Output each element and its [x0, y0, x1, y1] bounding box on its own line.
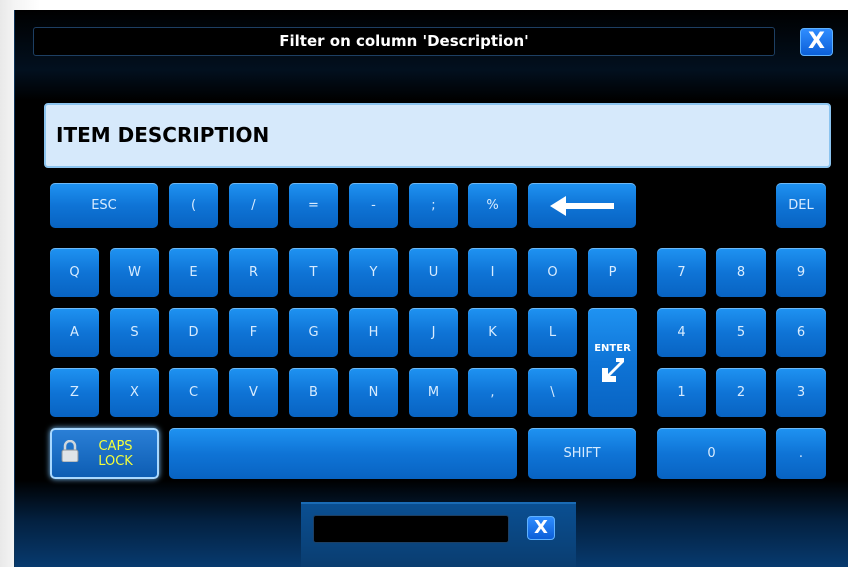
bottom-close-button[interactable]: X — [527, 516, 555, 540]
backspace-arrow-icon — [550, 195, 614, 216]
key-k[interactable]: K — [468, 308, 517, 357]
key-9[interactable]: 9 — [776, 248, 826, 297]
lock-icon — [61, 440, 79, 462]
key-m[interactable]: M — [409, 368, 458, 417]
enter-label: ENTER — [594, 343, 631, 354]
enter-arrow-icon — [601, 358, 624, 382]
shift-button[interactable]: SHIFT — [528, 428, 636, 479]
dialog-title: Filter on column 'Description' — [33, 27, 775, 56]
key-a[interactable]: A — [50, 308, 99, 357]
key-p[interactable]: P — [588, 248, 637, 297]
key-r[interactable]: R — [229, 248, 278, 297]
key-s[interactable]: S — [110, 308, 159, 357]
key-1[interactable]: 1 — [657, 368, 706, 417]
key-o[interactable]: O — [528, 248, 577, 297]
key-g[interactable]: G — [289, 308, 338, 357]
key-i[interactable]: I — [468, 248, 517, 297]
key-n[interactable]: N — [349, 368, 398, 417]
key-semicolon[interactable]: ; — [409, 183, 458, 228]
key-6[interactable]: 6 — [776, 308, 826, 357]
key-5[interactable]: 5 — [716, 308, 766, 357]
close-button[interactable]: X — [800, 28, 833, 56]
filter-dialog: Filter on column 'Description' X ITEM DE… — [14, 10, 848, 567]
key-j[interactable]: J — [409, 308, 458, 357]
key-esc[interactable]: ESC — [50, 183, 158, 228]
key-lparen[interactable]: ( — [169, 183, 218, 228]
backspace-button[interactable] — [528, 183, 636, 228]
key-h[interactable]: H — [349, 308, 398, 357]
key-w[interactable]: W — [110, 248, 159, 297]
key-d[interactable]: D — [169, 308, 218, 357]
key-v[interactable]: V — [229, 368, 278, 417]
key-8[interactable]: 8 — [716, 248, 766, 297]
key-x[interactable]: X — [110, 368, 159, 417]
bottom-field — [313, 515, 509, 543]
key-minus[interactable]: - — [349, 183, 398, 228]
key-slash[interactable]: / — [229, 183, 278, 228]
key-z[interactable]: Z — [50, 368, 99, 417]
key-equals[interactable]: = — [289, 183, 338, 228]
key-c[interactable]: C — [169, 368, 218, 417]
key-l[interactable]: L — [528, 308, 577, 357]
key-2[interactable]: 2 — [716, 368, 766, 417]
key-0[interactable]: 0 — [657, 428, 766, 479]
caps-label-line2: LOCK — [98, 453, 133, 469]
key-4[interactable]: 4 — [657, 308, 706, 357]
bottom-panel: X — [301, 502, 576, 567]
key-del[interactable]: DEL — [776, 183, 826, 228]
key-3[interactable]: 3 — [776, 368, 826, 417]
key-u[interactable]: U — [409, 248, 458, 297]
key-t[interactable]: T — [289, 248, 338, 297]
key-q[interactable]: Q — [50, 248, 99, 297]
key-f[interactable]: F — [229, 308, 278, 357]
space-button[interactable] — [169, 428, 517, 479]
enter-button[interactable]: ENTER — [588, 308, 637, 417]
key-comma[interactable]: , — [468, 368, 517, 417]
key-dot[interactable]: . — [776, 428, 826, 479]
key-percent[interactable]: % — [468, 183, 517, 228]
key-7[interactable]: 7 — [657, 248, 706, 297]
caps-lock-button[interactable]: CAPS LOCK — [50, 428, 159, 479]
key-e[interactable]: E — [169, 248, 218, 297]
filter-input[interactable]: ITEM DESCRIPTION — [44, 103, 831, 168]
key-y[interactable]: Y — [349, 248, 398, 297]
key-backslash[interactable]: \ — [528, 368, 577, 417]
caps-label-line1: CAPS — [98, 438, 133, 454]
key-b[interactable]: B — [289, 368, 338, 417]
